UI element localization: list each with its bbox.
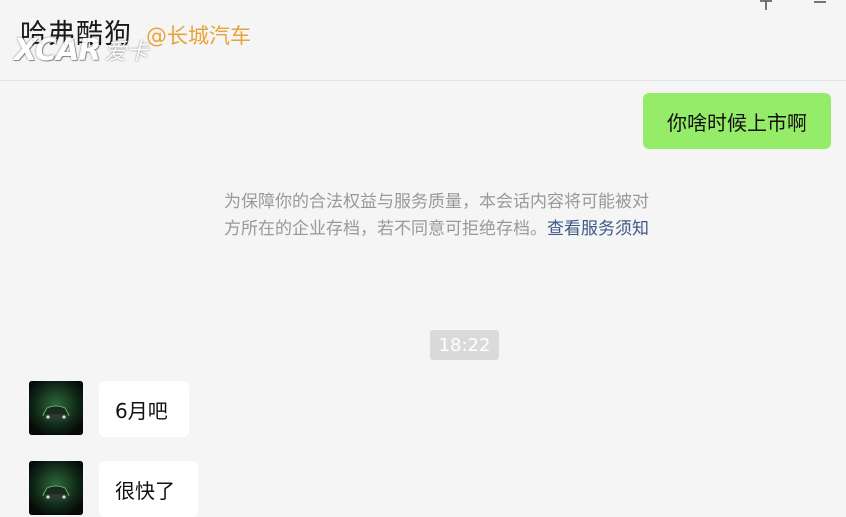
avatar[interactable] xyxy=(29,381,83,435)
pin-icon xyxy=(760,0,772,10)
avatar[interactable] xyxy=(29,461,83,515)
timestamp-divider: 18:22 xyxy=(430,330,499,360)
notice-line-2: 方所在的企业存档，若不同意可拒绝存档。 xyxy=(224,219,547,239)
message-bubble-other[interactable]: 很快了 xyxy=(99,461,198,517)
message-text: 很快了 xyxy=(115,478,175,503)
chat-header: 哈弗酷狗 @长城汽车 XCAR 爱卡 xyxy=(0,0,846,81)
chat-window: 哈弗酷狗 @长城汽车 XCAR 爱卡 你啥时候上市啊 为保障你的合法权益与服务质… xyxy=(0,0,846,517)
car-avatar-icon xyxy=(29,461,83,515)
message-bubble-other[interactable]: 6月吧 xyxy=(99,381,189,437)
message-text: 6月吧 xyxy=(115,398,168,423)
more-icon xyxy=(814,1,826,3)
car-avatar-icon xyxy=(29,381,83,435)
more-button[interactable] xyxy=(808,0,832,14)
message-text: 你啥时候上市啊 xyxy=(667,110,807,135)
message-bubble-self[interactable]: 你啥时候上市啊 xyxy=(643,93,831,149)
notice-line-2-wrap: 方所在的企业存档，若不同意可拒绝存档。查看服务须知 xyxy=(224,216,724,243)
company-tag: @长城汽车 xyxy=(146,24,251,48)
system-notice: 为保障你的合法权益与服务质量，本会话内容将可能被对 方所在的企业存档，若不同意可… xyxy=(224,189,724,243)
pin-button[interactable] xyxy=(754,0,778,14)
notice-line-1: 为保障你的合法权益与服务质量，本会话内容将可能被对 xyxy=(224,192,649,212)
chat-title: 哈弗酷狗 xyxy=(20,19,132,50)
service-terms-link[interactable]: 查看服务须知 xyxy=(547,219,649,239)
